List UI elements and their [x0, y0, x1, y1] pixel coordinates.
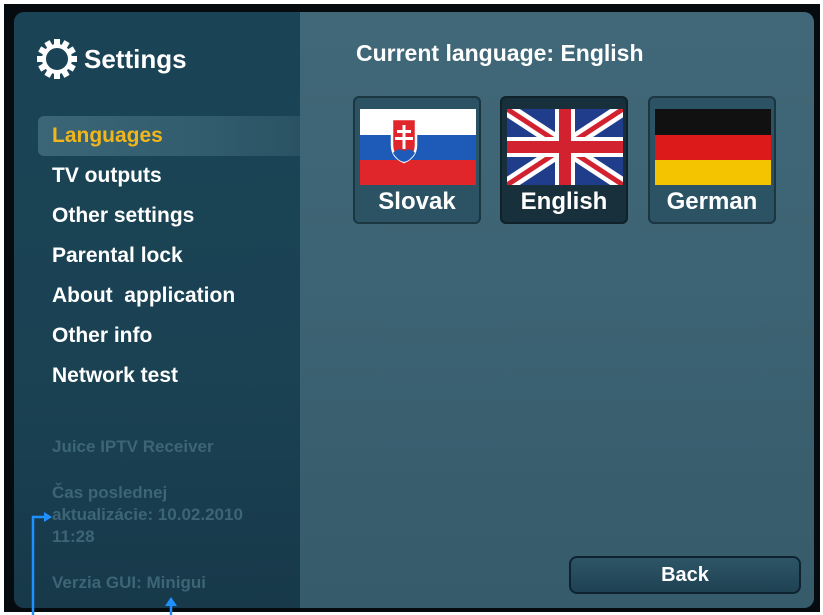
annotation-arrows — [31, 512, 177, 615]
